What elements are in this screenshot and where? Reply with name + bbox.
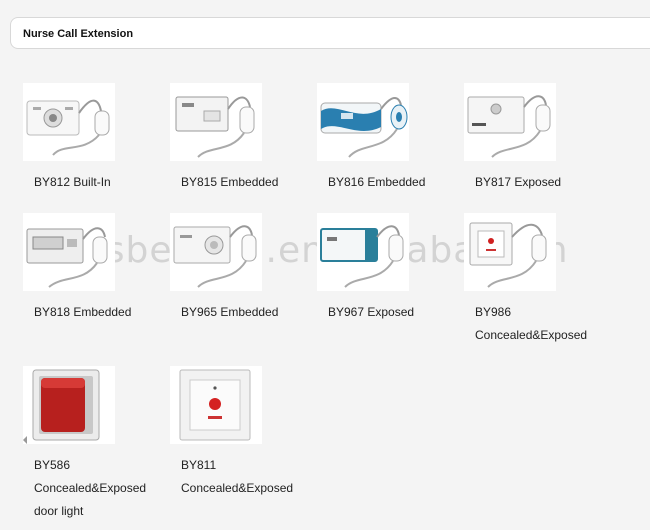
- caption-line: Concealed&Exposed: [181, 481, 294, 495]
- wall-station-blue-handset-icon[interactable]: [317, 83, 409, 161]
- product-grid: BY812 Built-In BY815 Embedded BY816 Embe…: [0, 0, 650, 530]
- caption-line: BY817 Exposed: [475, 175, 562, 189]
- wall-station-grille-handset-icon[interactable]: [23, 83, 115, 161]
- caption-line: BY986: [475, 305, 512, 319]
- wall-station-round-speaker-handset-icon[interactable]: [170, 213, 262, 291]
- call-button-handset-icon[interactable]: [464, 213, 556, 291]
- product-caption: BY817 Exposed: [475, 171, 561, 194]
- product-caption: BY965 Embedded: [181, 301, 278, 324]
- wall-station-display-handset-icon[interactable]: [23, 213, 115, 291]
- caption-line: door light: [34, 504, 84, 518]
- caption-line: BY586: [34, 458, 71, 472]
- caption-line: BY812 Built-In: [34, 175, 111, 189]
- caption-line: BY811: [181, 458, 217, 472]
- caption-line: BY967 Exposed: [328, 305, 415, 319]
- product-caption: BY818 Embedded: [34, 301, 131, 324]
- product-caption: BY812 Built-In: [34, 171, 111, 194]
- product-caption: BY816 Embedded: [328, 171, 425, 194]
- product-caption: BY967 Exposed: [328, 301, 414, 324]
- wall-station-teal-handset-icon[interactable]: [317, 213, 409, 291]
- product-caption: BY586 Concealed&Exposed door light: [34, 454, 146, 523]
- wall-station-handset-icon[interactable]: [170, 83, 262, 161]
- caption-line: BY965 Embedded: [181, 305, 279, 319]
- product-caption: BY815 Embedded: [181, 171, 278, 194]
- caption-line: BY815 Embedded: [181, 175, 279, 189]
- caption-line: Concealed&Exposed: [475, 328, 588, 342]
- red-call-button-icon[interactable]: [170, 366, 262, 444]
- caption-line: BY818 Embedded: [34, 305, 132, 319]
- product-caption: BY811 Concealed&Exposed: [181, 454, 293, 500]
- caption-line: BY816 Embedded: [328, 175, 426, 189]
- wall-station-speaker-handset-icon[interactable]: [464, 83, 556, 161]
- caption-line: Concealed&Exposed: [34, 481, 147, 495]
- product-caption: BY986 Concealed&Exposed: [475, 301, 587, 347]
- red-door-light-icon[interactable]: [23, 366, 115, 444]
